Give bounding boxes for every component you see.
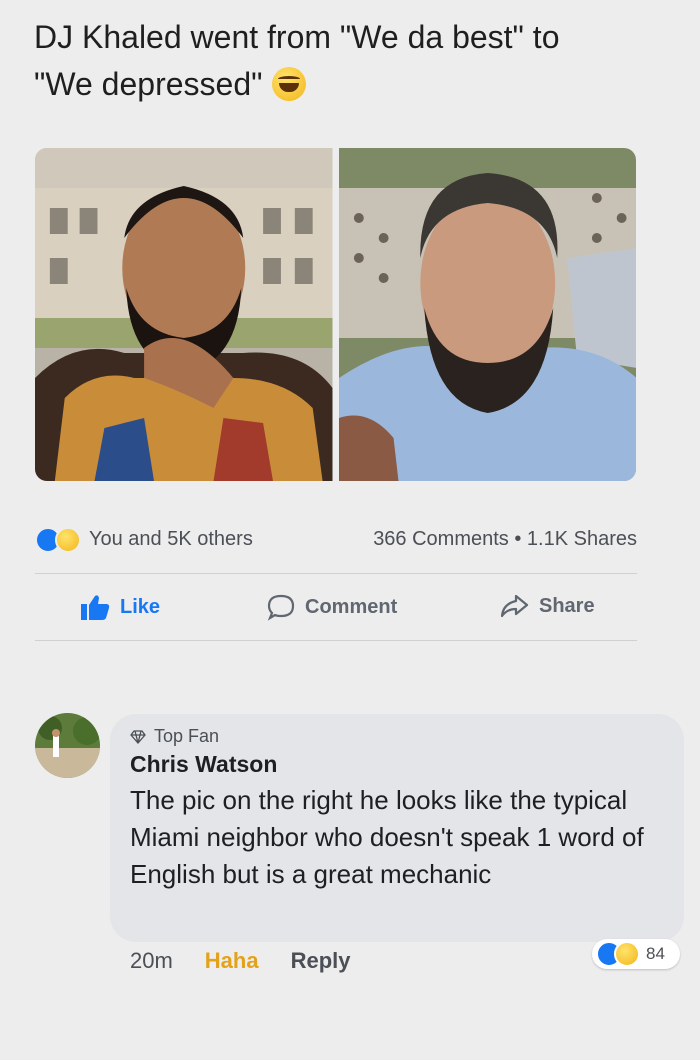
post-actions: Like Comment Share <box>35 585 637 629</box>
comment-author[interactable]: Chris Watson <box>130 751 664 778</box>
photo-left[interactable] <box>35 148 333 481</box>
comment-reaction-number: 84 <box>646 944 665 963</box>
comment-timestamp[interactable]: 20m <box>130 948 173 974</box>
photo-right[interactable] <box>338 148 636 481</box>
haha-reaction-button[interactable]: Haha <box>205 948 259 974</box>
share-label: Share <box>539 594 595 617</box>
top-fan-label: Top Fan <box>154 726 220 746</box>
like-label: Like <box>120 595 161 618</box>
thumbs-up-icon <box>81 595 110 620</box>
laughing-tears-emoji-icon <box>272 67 307 101</box>
top-fan-badge: Top Fan <box>130 726 664 747</box>
share-icon <box>500 594 529 618</box>
comment-icon <box>267 594 295 621</box>
diamond-icon <box>130 729 146 744</box>
post-text-line-2-text: "We depressed" <box>34 66 263 102</box>
comment-meta: 20m Haha Reply <box>130 948 351 974</box>
comment-text: The pic on the right he looks like the t… <box>130 785 644 889</box>
comment-reaction-count[interactable]: 84 <box>592 939 680 969</box>
reply-button[interactable]: Reply <box>291 948 351 974</box>
comment-button[interactable]: Comment <box>267 593 397 621</box>
post-text-line-1: DJ Khaled went from "We da best" to <box>34 19 560 55</box>
share-button[interactable]: Share <box>499 593 595 619</box>
facebook-post: DJ Khaled went from "We da best" to "We … <box>0 0 700 1060</box>
comment-label: Comment <box>305 595 398 618</box>
divider-top <box>35 573 637 574</box>
photo-right-image <box>338 148 636 481</box>
haha-reaction-icon <box>55 527 81 553</box>
reaction-icons[interactable] <box>35 527 85 555</box>
like-button[interactable]: Like <box>80 593 160 621</box>
post-text: DJ Khaled went from "We da best" to "We … <box>34 14 674 108</box>
reactors-summary[interactable]: You and 5K others <box>89 528 253 551</box>
comments-shares-count[interactable]: 366 Comments • 1.1K Shares <box>373 528 637 551</box>
comment-haha-reaction-icon <box>614 941 640 967</box>
post-reactions-row: You and 5K others 366 Comments • 1.1K Sh… <box>35 524 637 558</box>
post-photos[interactable] <box>35 148 636 481</box>
comment-bubble: Top Fan Chris Watson The pic on the righ… <box>110 714 684 942</box>
avatar[interactable] <box>35 713 100 778</box>
photo-left-image <box>35 148 333 481</box>
divider-bottom <box>35 640 637 641</box>
avatar-image <box>35 713 100 778</box>
post-text-line-2: "We depressed" <box>34 61 674 108</box>
